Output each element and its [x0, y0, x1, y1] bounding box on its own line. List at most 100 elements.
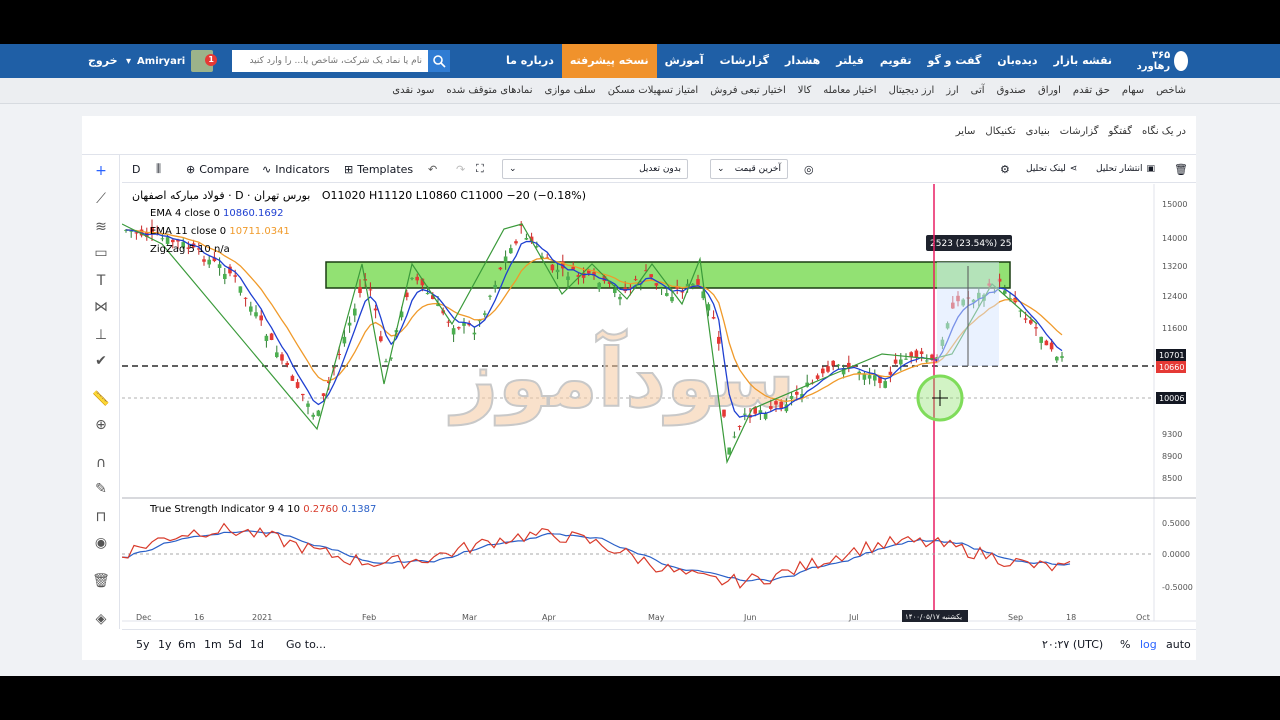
subnav-item[interactable]: سلف موازی	[539, 85, 602, 96]
search-input[interactable]	[232, 50, 428, 72]
tab-other[interactable]: سایر	[956, 126, 976, 137]
tsi-legend: True Strength Indicator 9 4 10 0.2760 0.…	[150, 504, 376, 515]
tab-technical[interactable]: تکنیکال	[985, 126, 1015, 137]
tab-reports[interactable]: گزارشات	[1060, 126, 1099, 137]
subnav-item[interactable]: اختیار معامله	[817, 85, 882, 96]
hide-icon[interactable]: ◎	[804, 160, 814, 178]
tsi-value-1: 0.2760	[303, 504, 339, 515]
compare-button[interactable]: ⊕ Compare	[186, 160, 249, 178]
price-select[interactable]: آخرین قیمت ⌄	[710, 159, 788, 179]
goto-button[interactable]: Go to...	[286, 638, 326, 651]
adjust-select[interactable]: بدون تعدیل ⌄	[502, 159, 688, 179]
subnav-item[interactable]: ارز دیجیتال	[883, 85, 941, 96]
subnav-item[interactable]: اختیار تبعی فروش	[704, 85, 792, 96]
range-5d[interactable]: 5d	[228, 638, 242, 651]
subnav-item[interactable]: اوراق	[1032, 85, 1067, 96]
candle-body	[316, 410, 321, 416]
pattern-icon[interactable]: ⋈	[91, 297, 111, 317]
search-icon[interactable]	[428, 50, 450, 72]
interval-button[interactable]: D	[132, 160, 140, 178]
indicator-icon: ∿	[262, 162, 272, 176]
range-5y[interactable]: 5y	[136, 638, 150, 651]
fib-icon[interactable]: ≋	[91, 217, 111, 237]
templates-button[interactable]: ⊞ Templates	[344, 160, 413, 178]
subnav-item[interactable]: آتی	[965, 85, 991, 96]
rectangle-icon[interactable]: ▭	[91, 243, 111, 263]
subnav-item[interactable]: امتیاز تسهیلات مسکن	[602, 85, 705, 96]
candle-style-icon[interactable]: ⫼	[156, 160, 161, 178]
templates-label: Templates	[357, 162, 414, 176]
range-1m[interactable]: 1m	[204, 638, 222, 651]
ema4-legend: EMA 4 close 0 10860.1692	[150, 208, 283, 219]
subnav-item[interactable]: نمادهای متوقف شده	[440, 85, 538, 96]
trend-line-icon[interactable]: ⟋	[91, 189, 111, 209]
candle-body	[321, 393, 326, 397]
pencil-lock-icon[interactable]: ✎	[91, 479, 111, 499]
tab-overview[interactable]: در یک نگاه	[1142, 126, 1186, 137]
nav-item-reports[interactable]: گزارشات	[712, 44, 777, 78]
site-logo[interactable]: ۳۶۵ رهاورد	[1132, 48, 1188, 74]
crosshair-icon[interactable]: +	[91, 161, 111, 181]
nav-item-watchlist[interactable]: دیده‌بان	[989, 44, 1045, 78]
log-toggle[interactable]: log	[1140, 638, 1157, 651]
range-6m[interactable]: 6m	[178, 638, 196, 651]
tab-fundamental[interactable]: بنیادی	[1026, 126, 1050, 137]
price-label: آخرین قیمت	[734, 164, 781, 174]
subnav-item[interactable]: ارز	[940, 85, 964, 96]
eye-icon[interactable]: ◉	[91, 533, 111, 553]
logout-link[interactable]: خروج	[88, 44, 118, 78]
lock-icon[interactable]: ⊓	[91, 507, 111, 527]
ruler-icon[interactable]: 📏	[91, 389, 111, 409]
check-icon[interactable]: ✔	[91, 351, 111, 371]
measure-icon[interactable]: ⊥	[91, 325, 111, 345]
nav-item-market-map[interactable]: نقشه بازار	[1046, 44, 1120, 78]
trash-icon[interactable]: 🗑	[91, 571, 111, 591]
candle-body	[353, 308, 357, 316]
nav-item-filter[interactable]: فیلتر	[828, 44, 872, 78]
subnav-item[interactable]: کالا	[792, 85, 818, 96]
tab-chat[interactable]: گفتگو	[1109, 126, 1133, 137]
candle-body	[1029, 320, 1033, 324]
publish-analysis-button[interactable]: انتشار تحلیل ▣	[1096, 160, 1155, 178]
price-chart[interactable]: 15000 14000 13200 12400 11600 9300 8900 8500 107…	[122, 184, 1196, 629]
zoom-in-icon[interactable]: ⊕	[91, 415, 111, 435]
subnav-item[interactable]: شاخص	[1150, 85, 1192, 96]
price-tick-label: 9300	[1162, 430, 1182, 439]
nav-item-advanced[interactable]: نسخه پیشرفته	[561, 44, 657, 78]
time-tick-label: May	[648, 613, 665, 622]
zigzag-label: ZigZag 5 10	[150, 244, 211, 255]
candle-body	[238, 286, 243, 293]
text-icon[interactable]: T	[91, 271, 111, 291]
settings-icon[interactable]: ⚙	[1000, 160, 1010, 178]
magnet-icon[interactable]: ∩	[91, 453, 111, 473]
candle-body	[311, 414, 315, 417]
percent-toggle[interactable]: %	[1120, 638, 1130, 651]
range-1y[interactable]: 1y	[158, 638, 172, 651]
redo-icon[interactable]: ↷	[456, 160, 465, 178]
range-1d[interactable]: 1d	[250, 638, 264, 651]
candle-body	[1003, 290, 1007, 294]
subnav-item[interactable]: صندوق	[991, 85, 1032, 96]
delete-icon[interactable]: 🗑	[1174, 160, 1188, 178]
layers-icon[interactable]: ◈	[91, 609, 111, 629]
nav-item-about[interactable]: درباره ما	[498, 44, 562, 78]
nav-item-chat[interactable]: گفت و گو	[920, 44, 990, 78]
nav-item-calendar[interactable]: تقویم	[872, 44, 920, 78]
subnav-item[interactable]: سهام	[1116, 85, 1150, 96]
link-analysis-button[interactable]: لینک تحلیل ⋖	[1026, 160, 1077, 178]
nav-item-alert[interactable]: هشدار	[777, 44, 828, 78]
subnav-item[interactable]: سود نقدی	[386, 85, 440, 96]
auto-toggle[interactable]: auto	[1166, 638, 1191, 651]
user-menu[interactable]: ▾ Amiryari 1	[126, 50, 218, 72]
indicators-button[interactable]: ∿ Indicators	[262, 160, 330, 178]
nav-item-education[interactable]: آموزش	[657, 44, 712, 78]
timezone-label[interactable]: ۲۰:۲۷ (UTC)	[1042, 638, 1103, 651]
nav-menu: نقشه بازار دیده‌بان گفت و گو تقویم فیلتر…	[498, 44, 1120, 78]
candle-body	[1044, 340, 1049, 346]
fullscreen-icon[interactable]: ⛶	[476, 160, 484, 178]
subnav-item[interactable]: حق تقدم	[1067, 85, 1116, 96]
price-tick-label: 11600	[1162, 324, 1187, 333]
candle-body	[295, 382, 300, 388]
time-tick-label: Mar	[462, 613, 478, 622]
undo-icon[interactable]: ↶	[428, 160, 437, 178]
